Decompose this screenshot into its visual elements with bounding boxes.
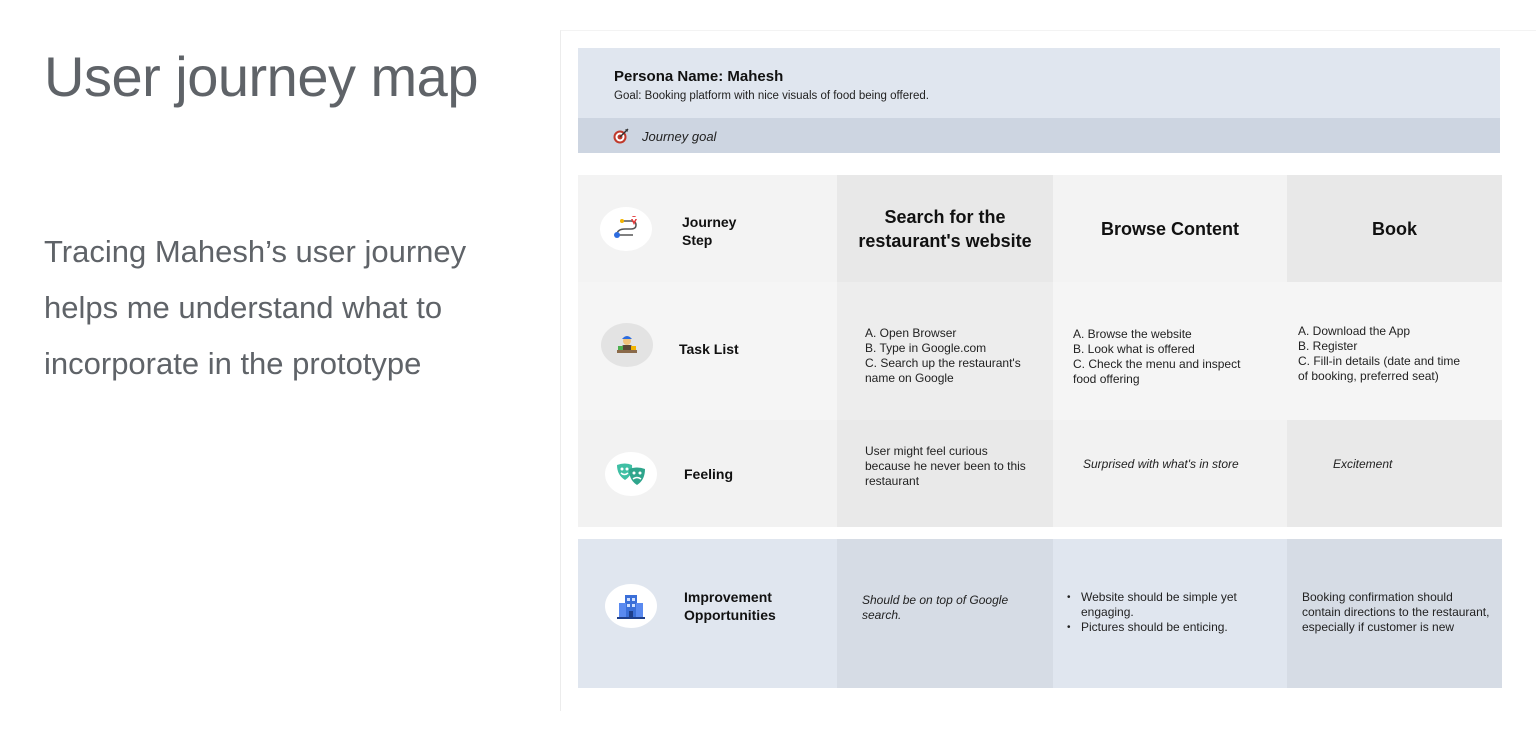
feeling-cell-book: Excitement [1287,420,1502,527]
persona-name: Persona Name: Mahesh [614,68,784,85]
task-item: A. Browse the website [1073,327,1192,341]
step-cell-search: Search for the restaurant's website [837,175,1053,282]
improvement-book-text: Booking confirmation should contain dire… [1302,590,1490,634]
step-cell-browse: Browse Content [1053,175,1287,282]
feeling-row: Feeling User might feel curious because … [578,420,1502,527]
task-item: B. Look what is offered [1073,342,1195,356]
improvement-search-text: Should be on top of Google search. [862,593,1009,622]
task-item: food offering [1073,372,1140,386]
journey-step-label-line2: Step [682,232,713,248]
task-item: A. Download the App [1298,324,1411,338]
feeling-browse-text: Surprised with what's in store [1083,457,1239,471]
improvement-label-cell: Improvement Opportunities [578,539,837,688]
improvement-bullet: Website should be simple yet engaging. [1067,590,1267,620]
task-list-label-cell: Task List [578,282,837,420]
task-item: C. Fill-in details (date and time [1298,354,1461,368]
task-list-label: Task List [679,341,739,357]
task-book-list: A. Download the App B. Register C. Fill-… [1298,324,1460,384]
journey-step-label-line1: Journey [682,214,737,230]
task-search-list: A. Open Browser B. Type in Google.com C.… [865,326,1021,386]
journey-step-label-cell: Journey Step [578,175,837,282]
step-book-heading: Book [1372,218,1417,239]
target-icon [613,128,629,144]
task-item: of booking, preferred seat) [1298,369,1439,383]
task-item: C. Check the menu and inspect [1073,357,1241,371]
task-item: A. Open Browser [865,326,957,340]
improvement-browse-list: Website should be simple yet engaging. P… [1067,590,1267,635]
task-item: C. Search up the restaurant's [865,356,1021,370]
task-cell-book: A. Download the App B. Register C. Fill-… [1287,282,1502,420]
step-cell-book: Book [1287,175,1502,282]
journey-goal-label: Journey goal [642,129,717,144]
improvement-cell-book: Booking confirmation should contain dire… [1287,539,1502,688]
improvement-label-line1: Improvement [684,589,772,605]
feeling-label-cell: Feeling [578,420,837,527]
task-item: name on Google [865,371,954,385]
slide-description: Tracing Mahesh’s user journey helps me u… [44,234,467,381]
improvement-row: Improvement Opportunities Should be on t… [578,539,1502,688]
journey-step-row: Journey Step Search for the restaurant's… [578,175,1502,282]
improvement-cell-browse: Website should be simple yet engaging. P… [1053,539,1287,688]
task-item: B. Register [1298,339,1358,353]
feeling-search-text: User might feel curious because he never… [865,444,1026,488]
feeling-label: Feeling [684,466,734,482]
task-item: B. Type in Google.com [865,341,987,355]
feeling-cell-browse: Surprised with what's in store [1053,420,1287,527]
building-icon [605,584,657,628]
theater-masks-icon [605,452,657,496]
persona-goal: Goal: Booking platform with nice visuals… [614,90,929,102]
person-at-desk-icon [601,323,653,367]
task-cell-search: A. Open Browser B. Type in Google.com C.… [837,282,1053,420]
task-cell-browse: A. Browse the website B. Look what is of… [1053,282,1287,420]
journey-goal-bar: Journey goal [578,118,1500,153]
improvement-label-line2: Opportunities [684,607,776,623]
route-icon [600,207,652,251]
feeling-book-text: Excitement [1333,457,1393,471]
journey-step-label: Journey Step [682,213,736,249]
task-browse-list: A. Browse the website B. Look what is of… [1073,327,1240,387]
persona-header: Persona Name: Mahesh Goal: Booking platf… [578,48,1500,118]
task-list-row: Task List A. Open Browser B. Type in Goo… [578,282,1502,420]
improvement-bullet: Pictures should be enticing. [1067,620,1267,635]
improvement-label: Improvement Opportunities [684,588,776,624]
feeling-cell-search: User might feel curious because he never… [837,420,1053,527]
slide-title: User journey map [44,45,478,108]
step-search-heading: Search for the restaurant's website [858,206,1032,251]
improvement-cell-search: Should be on top of Google search. [837,539,1053,688]
step-browse-heading: Browse Content [1100,218,1239,239]
